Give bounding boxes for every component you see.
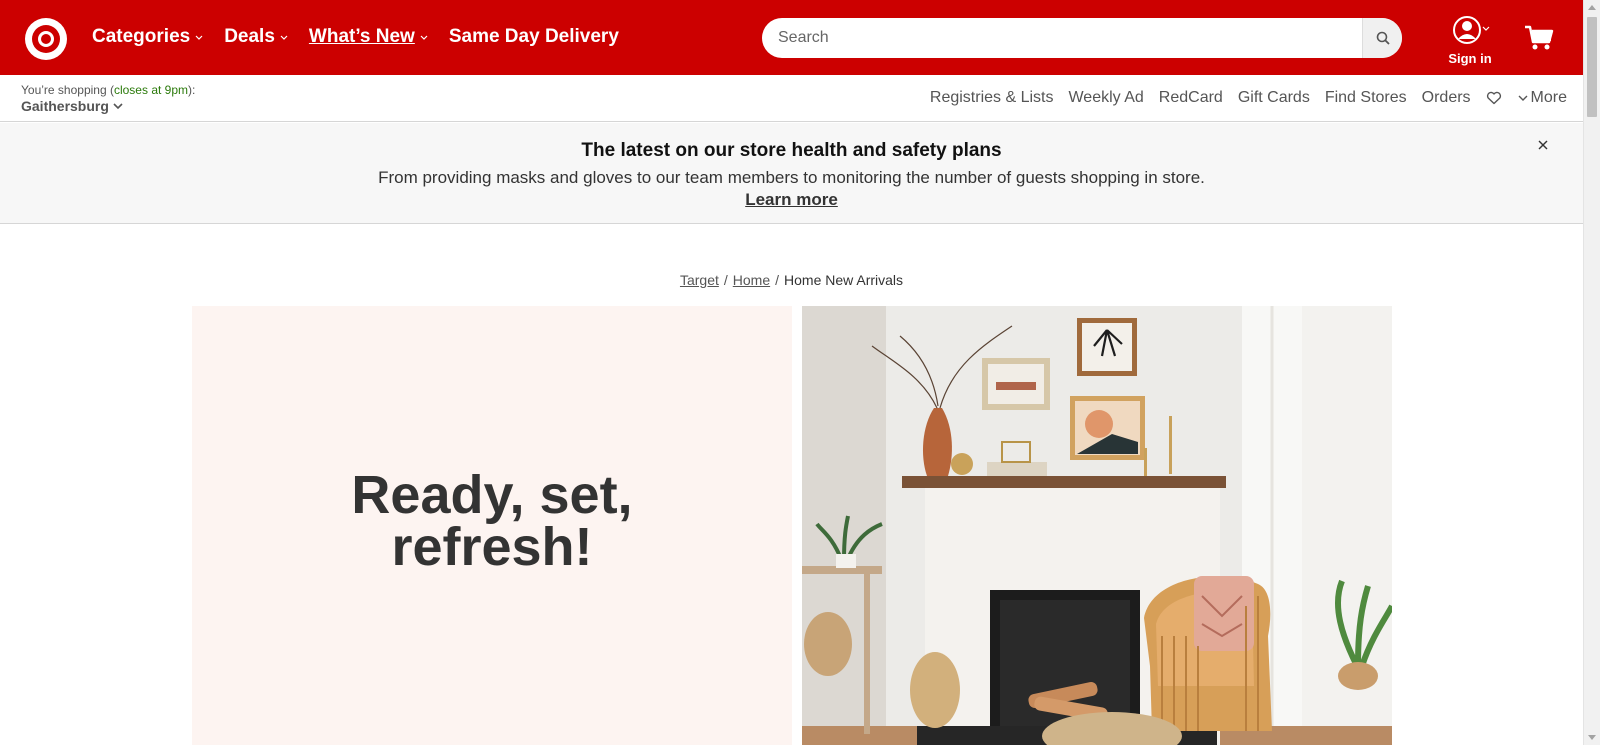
breadcrumb-target[interactable]: Target	[680, 272, 719, 288]
link-orders[interactable]: Orders	[1422, 89, 1471, 107]
store-name: Gaithersburg	[21, 98, 109, 114]
nav-same-day-delivery[interactable]: Same Day Delivery	[449, 26, 619, 48]
learn-more-link[interactable]: Learn more	[745, 190, 838, 210]
utility-links: Registries & Lists Weekly Ad RedCard Gif…	[915, 89, 1567, 107]
hero-text-panel[interactable]: Ready, set, refresh!	[192, 306, 792, 745]
nav-categories-label: Categories	[92, 26, 191, 47]
store-closes: closes at 9pm	[113, 83, 189, 97]
store-suffix: ):	[188, 83, 196, 97]
hero-image[interactable]	[802, 306, 1392, 745]
chevron-down-icon	[1518, 95, 1528, 101]
sign-in-label: Sign in	[1448, 51, 1492, 66]
main-nav: Categories Deals What’s New Same Day Del…	[92, 26, 639, 48]
nav-categories[interactable]: Categories	[92, 26, 204, 48]
link-redcard[interactable]: RedCard	[1159, 89, 1223, 107]
nav-whats-new-label: What’s New	[308, 26, 415, 47]
more-label: More	[1530, 89, 1567, 106]
chevron-down-icon	[195, 35, 203, 40]
more-menu[interactable]: More	[1517, 89, 1567, 107]
page-scrollbar[interactable]	[1583, 0, 1600, 745]
banner-title: The latest on our store health and safet…	[581, 140, 1002, 161]
search-input[interactable]	[762, 18, 1362, 58]
store-status: You’re shopping (closes at 9pm):	[21, 83, 195, 97]
scrollbar-thumb[interactable]	[1587, 17, 1597, 117]
store-selector[interactable]: You’re shopping (closes at 9pm): Gaither…	[21, 83, 195, 114]
hero-headline: Ready, set, refresh!	[351, 464, 633, 577]
breadcrumb-separator: /	[775, 272, 780, 288]
banner-description: From providing masks and gloves to our t…	[378, 168, 1205, 187]
heart-icon[interactable]	[1486, 91, 1502, 105]
chevron-down-icon	[420, 35, 428, 40]
health-safety-banner: The latest on our store health and safet…	[0, 123, 1583, 224]
store-name-row: Gaithersburg	[21, 98, 195, 114]
utility-bar: You’re shopping (closes at 9pm): Gaither…	[0, 75, 1583, 122]
scroll-down-arrow-icon[interactable]	[1588, 735, 1596, 740]
breadcrumb-separator: /	[723, 272, 728, 288]
search-button[interactable]	[1362, 18, 1402, 58]
search-bar	[762, 18, 1402, 58]
nav-deals[interactable]: Deals	[224, 26, 289, 48]
chevron-down-icon	[113, 103, 123, 110]
close-icon[interactable]	[1536, 138, 1550, 152]
nav-deals-label: Deals	[224, 26, 275, 47]
breadcrumb-current: Home New Arrivals	[784, 272, 904, 288]
top-header: Categories Deals What’s New Same Day Del…	[0, 0, 1583, 75]
nav-whats-new[interactable]: What’s New	[309, 26, 429, 48]
account-menu[interactable]: Sign in	[1440, 16, 1500, 66]
breadcrumb: Target / Home / Home New Arrivals	[0, 272, 1583, 288]
link-weekly-ad[interactable]: Weekly Ad	[1068, 89, 1143, 107]
account-icon	[1453, 16, 1490, 44]
link-gift-cards[interactable]: Gift Cards	[1238, 89, 1310, 107]
scroll-up-arrow-icon[interactable]	[1588, 5, 1596, 10]
search-icon	[1376, 31, 1390, 45]
nav-same-day-delivery-label: Same Day Delivery	[448, 26, 619, 47]
breadcrumb-home[interactable]: Home	[733, 272, 770, 288]
target-logo-icon[interactable]	[25, 18, 67, 60]
living-room-illustration	[802, 306, 1392, 745]
link-registries-lists[interactable]: Registries & Lists	[930, 89, 1054, 107]
chevron-down-icon	[280, 35, 288, 40]
cart-icon[interactable]	[1524, 24, 1554, 52]
link-find-stores[interactable]: Find Stores	[1325, 89, 1407, 107]
store-prefix: You’re shopping (	[21, 83, 114, 97]
